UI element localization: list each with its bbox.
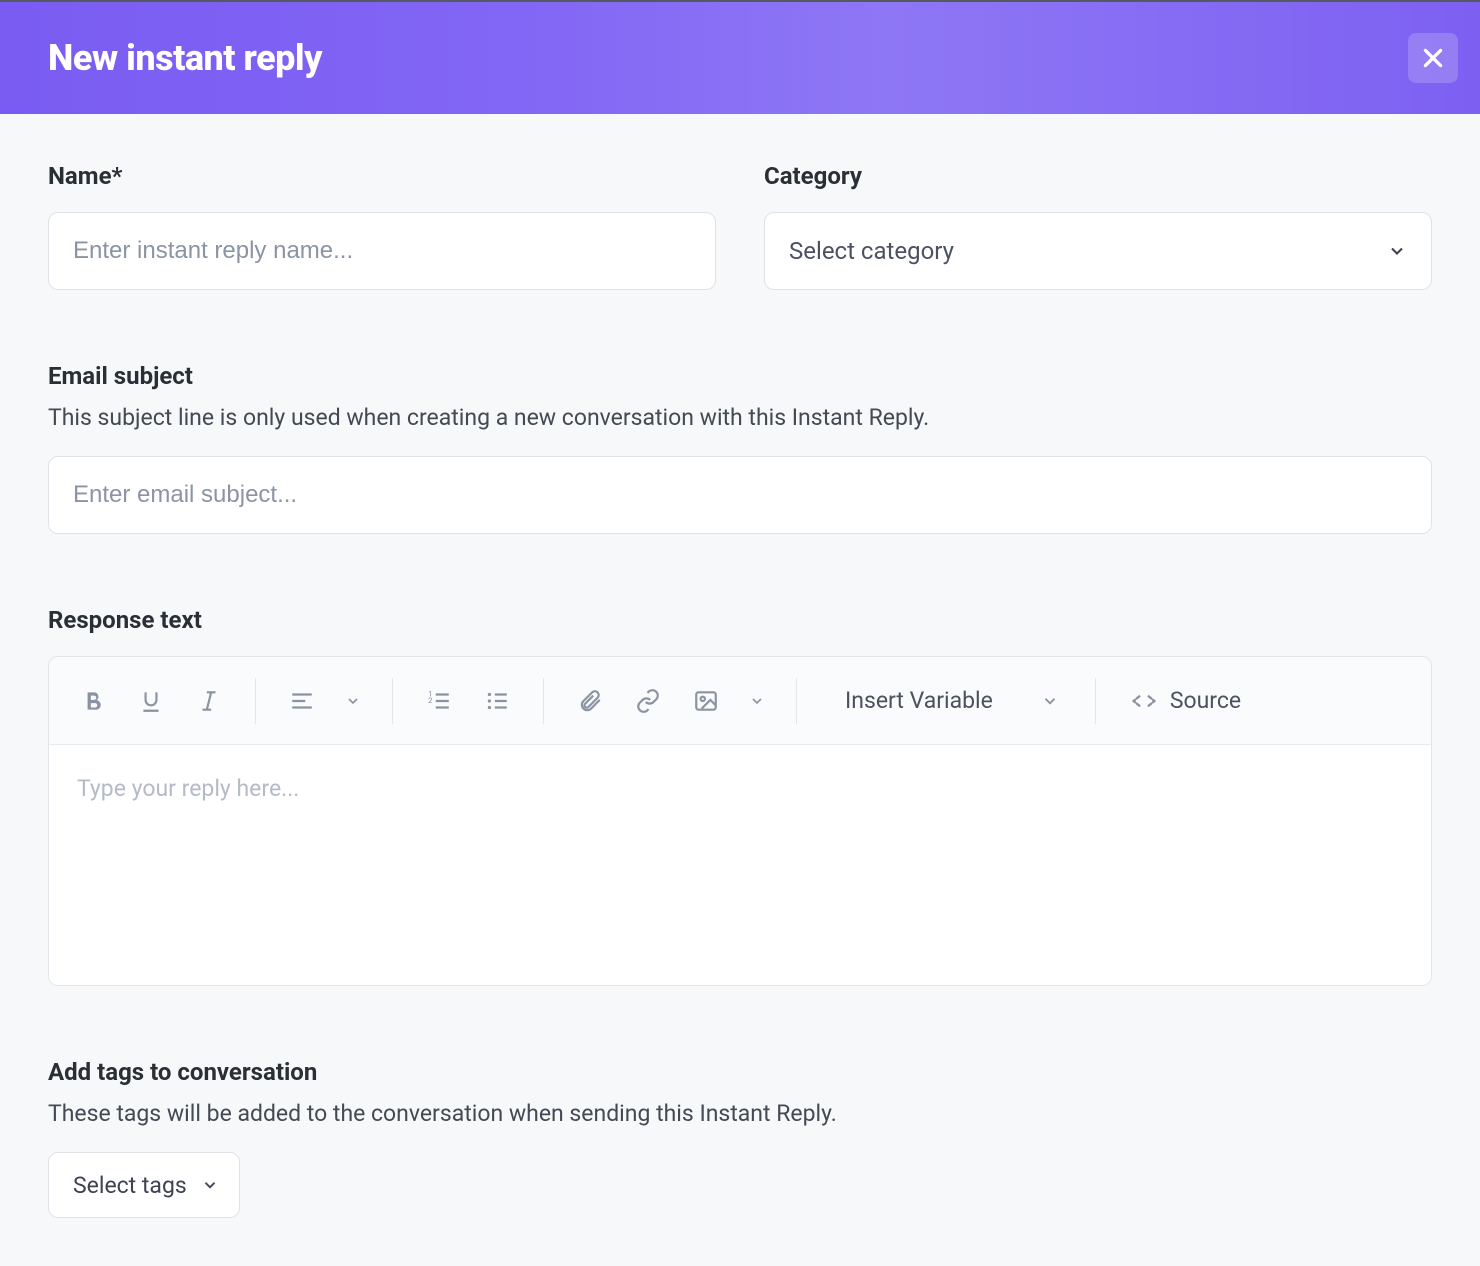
modal-header: New instant reply (0, 2, 1480, 114)
underline-icon (138, 688, 164, 714)
chevron-down-icon (201, 1176, 219, 1194)
chevron-down-icon (1041, 692, 1059, 710)
category-field: Category Select category (764, 162, 1432, 290)
ordered-list-icon: 12 (426, 688, 452, 714)
attachment-button[interactable] (568, 679, 612, 723)
unordered-list-icon (484, 688, 510, 714)
link-icon (635, 688, 661, 714)
toolbar-separator (543, 678, 544, 724)
editor-toolbar: 12 (49, 657, 1431, 745)
source-button[interactable]: Source (1120, 676, 1251, 726)
image-icon (693, 688, 719, 714)
toolbar-separator (392, 678, 393, 724)
bold-icon (80, 688, 106, 714)
insert-variable-label: Insert Variable (845, 687, 993, 714)
italic-button[interactable] (187, 679, 231, 723)
insert-variable-dropdown[interactable]: Insert Variable (821, 676, 1071, 726)
align-left-icon (289, 688, 315, 714)
tags-select[interactable]: Select tags (48, 1152, 240, 1218)
ordered-list-button[interactable]: 12 (417, 679, 461, 723)
align-button[interactable] (280, 679, 324, 723)
image-button[interactable] (684, 679, 728, 723)
italic-icon (196, 688, 222, 714)
editor-textarea[interactable]: Type your reply here... (49, 745, 1431, 985)
chevron-down-icon (749, 693, 765, 709)
email-subject-label: Email subject (48, 362, 1432, 390)
image-dropdown[interactable] (742, 679, 772, 723)
modal-body: Name* Category Select category Email sub… (0, 114, 1480, 1266)
close-icon (1420, 45, 1446, 71)
close-button[interactable] (1408, 33, 1458, 83)
response-text-label: Response text (48, 606, 1432, 634)
align-dropdown[interactable] (338, 679, 368, 723)
tags-section: Add tags to conversation These tags will… (48, 1058, 1432, 1218)
paperclip-icon (577, 688, 603, 714)
bold-button[interactable] (71, 679, 115, 723)
name-category-row: Name* Category Select category (48, 162, 1432, 290)
category-select[interactable]: Select category (764, 212, 1432, 290)
toolbar-separator (255, 678, 256, 724)
link-button[interactable] (626, 679, 670, 723)
name-field: Name* (48, 162, 716, 290)
rich-text-editor: 12 (48, 656, 1432, 986)
source-label: Source (1170, 687, 1241, 714)
toolbar-separator (1095, 678, 1096, 724)
tags-select-value: Select tags (73, 1172, 187, 1199)
chevron-down-icon (1387, 241, 1407, 261)
email-subject-input[interactable] (48, 456, 1432, 534)
modal: New instant reply Name* Category Select … (0, 0, 1480, 1222)
name-label: Name* (48, 162, 716, 190)
chevron-down-icon (345, 693, 361, 709)
category-label: Category (764, 162, 1432, 190)
modal-title: New instant reply (48, 37, 322, 79)
category-select-value: Select category (789, 237, 954, 265)
editor-placeholder: Type your reply here... (77, 775, 299, 802)
tags-help: These tags will be added to the conversa… (48, 1098, 1432, 1130)
email-subject-help: This subject line is only used when crea… (48, 402, 1432, 434)
name-input[interactable] (48, 212, 716, 290)
response-text-section: Response text (48, 606, 1432, 986)
source-icon (1130, 687, 1158, 715)
toolbar-separator (796, 678, 797, 724)
underline-button[interactable] (129, 679, 173, 723)
tags-label: Add tags to conversation (48, 1058, 1432, 1086)
svg-text:2: 2 (428, 696, 432, 705)
unordered-list-button[interactable] (475, 679, 519, 723)
email-subject-section: Email subject This subject line is only … (48, 362, 1432, 534)
